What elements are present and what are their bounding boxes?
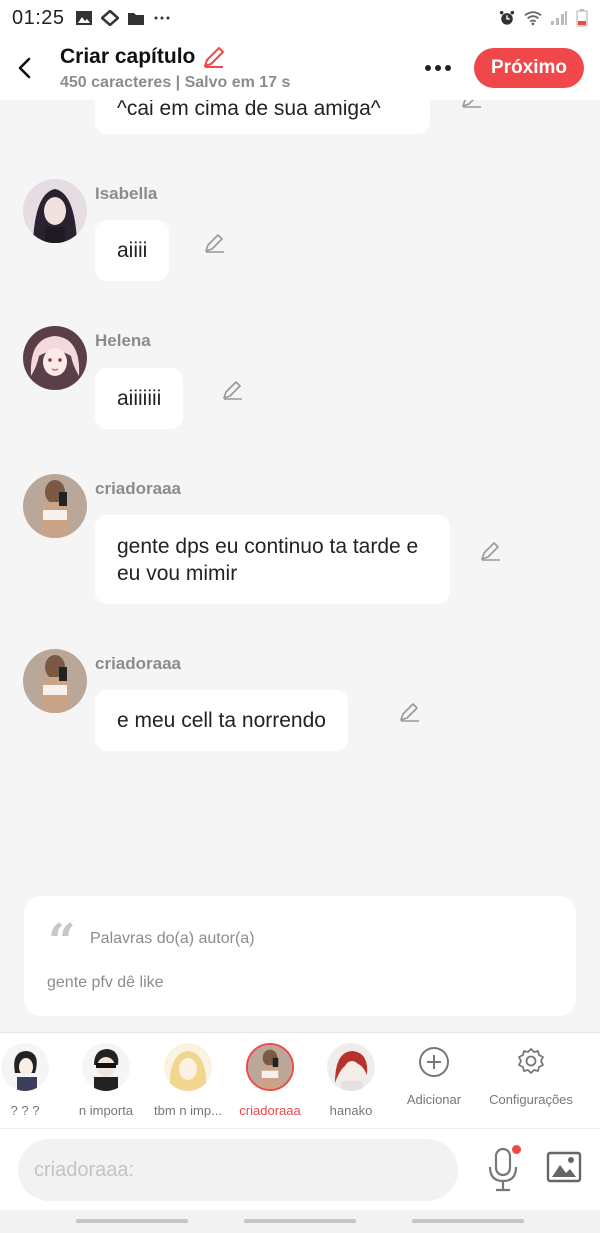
character-label: hanako — [329, 1103, 373, 1118]
nav-handle[interactable] — [244, 1219, 356, 1223]
nav-handle[interactable] — [76, 1219, 188, 1223]
message-bubble[interactable]: ^cai em cima de sua amiga^ — [95, 100, 430, 134]
character-bar: ? ? ? n importa tbm n imp... criadoraaa … — [0, 1032, 600, 1128]
recording-indicator — [512, 1145, 521, 1154]
edit-title-icon[interactable] — [201, 44, 227, 70]
author-words-card[interactable]: “ Palavras do(a) autor(a) gente pfv dê l… — [24, 896, 576, 1016]
character-item[interactable]: tbm n imp... — [148, 1043, 228, 1118]
status-time: 01:25 — [12, 6, 65, 29]
quote-icon: “ — [48, 914, 76, 970]
sender-name: criadoraaa — [95, 479, 181, 498]
author-words-text: gente pfv dê like — [47, 974, 164, 991]
add-label: Adicionar — [406, 1092, 462, 1107]
character-avatar — [82, 1043, 130, 1091]
settings-button[interactable]: Configurações — [484, 1045, 578, 1107]
edit-message-icon[interactable] — [398, 700, 422, 724]
message-input[interactable] — [18, 1139, 458, 1201]
sender-name: Isabella — [95, 184, 158, 203]
character-label: criadoraaa — [239, 1103, 301, 1118]
alarm-icon — [499, 10, 515, 25]
author-words-label: Palavras do(a) autor(a) — [90, 930, 255, 947]
gear-icon — [518, 1048, 544, 1074]
avatar-criadoraaa[interactable] — [23, 474, 87, 538]
character-item[interactable]: n importa — [66, 1043, 146, 1118]
message-bubble[interactable]: e meu cell ta norrendo — [95, 690, 348, 751]
message-text: gente dps eu continuo ta tarde e eu vou … — [117, 534, 419, 585]
more-notifications-icon — [154, 16, 170, 20]
character-item[interactable]: hanako — [311, 1043, 391, 1118]
message-text: aiiii — [117, 239, 148, 262]
header: Criar capítulo 450 caracteres | Salvo em… — [0, 36, 600, 100]
sender-name: Helena — [95, 331, 151, 350]
message-bubble[interactable]: gente dps eu continuo ta tarde e eu vou … — [95, 515, 450, 604]
settings-label: Configurações — [489, 1092, 573, 1107]
avatar-criadoraaa[interactable] — [23, 649, 87, 713]
character-label: n importa — [78, 1103, 134, 1118]
more-dot-icon — [425, 65, 431, 71]
status-bar: 01:25 — [0, 0, 600, 36]
nav-handle[interactable] — [412, 1219, 524, 1223]
next-button[interactable]: Próximo — [474, 48, 584, 88]
avatar-helena[interactable] — [23, 326, 87, 390]
character-avatar — [327, 1043, 375, 1091]
folder-icon — [127, 13, 144, 25]
character-label: tbm n imp... — [154, 1103, 222, 1118]
header-titles: Criar capítulo 450 caracteres | Salvo em… — [60, 44, 290, 92]
back-button[interactable] — [2, 36, 46, 100]
message-text: e meu cell ta norrendo — [117, 709, 326, 732]
save-status: 450 caracteres | Salvo em 17 s — [60, 74, 291, 91]
message-text: ^cai em cima de sua amiga^ — [117, 100, 381, 120]
edit-message-icon[interactable] — [479, 539, 503, 563]
add-circle-icon — [419, 1047, 449, 1077]
character-avatar — [164, 1043, 212, 1091]
gallery-icon — [75, 11, 92, 25]
character-item-active[interactable]: criadoraaa — [230, 1043, 310, 1118]
image-icon[interactable] — [546, 1151, 582, 1183]
more-dot-icon — [435, 65, 441, 71]
edit-message-icon[interactable] — [221, 378, 245, 402]
system-nav-bar — [0, 1210, 600, 1233]
battery-icon — [576, 9, 588, 27]
page-title: Criar capítulo — [60, 45, 196, 68]
message-bubble[interactable]: aiiiiiii — [95, 368, 184, 429]
signal-icon — [551, 11, 567, 25]
message-text: aiiiiiii — [117, 387, 162, 410]
sender-name: criadoraaa — [95, 654, 181, 673]
chat-area: ^cai em cima de sua amiga^ Isabella aiii… — [0, 100, 600, 1032]
chevron-left-icon — [18, 57, 31, 79]
more-dot-icon — [445, 65, 451, 71]
character-item[interactable]: ? ? ? — [0, 1043, 65, 1118]
diamond-icon — [100, 10, 119, 26]
more-options-button[interactable] — [418, 54, 458, 82]
input-bar — [0, 1128, 600, 1210]
message-bubble[interactable]: aiiii — [95, 220, 170, 281]
edit-message-icon[interactable] — [460, 100, 484, 110]
add-character-button[interactable]: Adicionar — [394, 1045, 474, 1107]
edit-message-icon[interactable] — [203, 231, 227, 255]
avatar-isabella[interactable] — [23, 179, 87, 243]
character-avatar — [1, 1043, 49, 1091]
wifi-icon — [524, 11, 542, 26]
character-label: ? ? ? — [10, 1103, 40, 1118]
character-avatar — [246, 1043, 294, 1091]
